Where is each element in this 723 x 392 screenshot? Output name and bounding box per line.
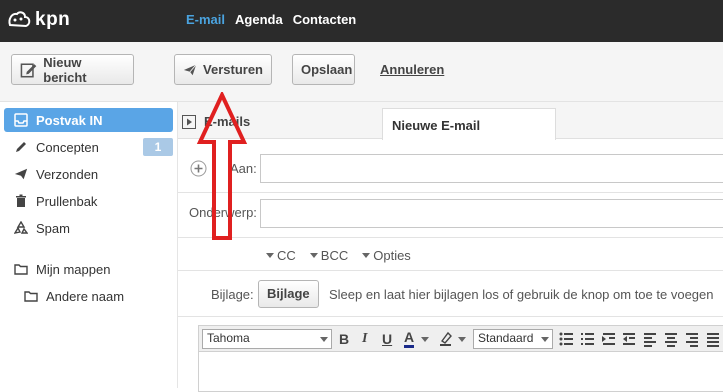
bcc-label: BCC [320,248,349,263]
message-body-editor[interactable] [198,352,723,392]
save-button[interactable]: Opslaan [292,54,355,85]
caret-down-icon [421,337,429,342]
sidebar-item-label: Mijn mappen [36,261,111,277]
divider [178,270,723,271]
sidebar-item-mijn-mappen[interactable]: Mijn mappen [4,257,173,281]
new-message-button[interactable]: Nieuw bericht [11,54,134,85]
kpn-logo[interactable]: kpn [6,9,70,31]
highlight-icon[interactable] [439,330,455,346]
pencil-icon [16,142,26,152]
caret-down-icon [309,253,318,258]
sidebar-item-spam[interactable]: Spam [4,216,173,240]
folder-sidebar: Postvak IN Concepten 1 Verzonden Prullen… [0,102,178,388]
sidebar-item-label: Spam [36,220,70,236]
tab-new-email-label: Nieuwe E-mail [392,118,481,133]
underline-button[interactable]: U [382,329,392,349]
send-label: Versturen [203,62,263,77]
top-bar: kpn E-mail Agenda Contacten [0,0,723,42]
cc-toggle[interactable]: CC [266,248,296,263]
recycle-icon [14,221,28,234]
sidebar-item-andere-naam[interactable]: Andere naam [14,284,173,308]
sidebar-item-label: Postvak IN [36,112,103,128]
bold-button[interactable]: B [339,329,349,349]
attachment-hint: Sleep en laat hier bijlagen los of gebru… [329,287,714,302]
nav-contacten[interactable]: Contacten [293,12,357,27]
bcc-toggle[interactable]: BCC [309,248,349,263]
caret-down-icon [320,337,328,342]
divider [178,192,723,193]
font-family-value: Tahoma [207,331,250,345]
italic-button[interactable]: I [362,329,367,349]
tab-strip: E-mails Nieuwe E-mail [178,102,723,140]
caret-down-icon [362,253,371,258]
sidebar-item-label: Verzonden [36,166,99,182]
send-button[interactable]: Versturen [174,54,272,85]
to-field[interactable] [260,154,723,183]
add-recipient-icon[interactable] [190,160,207,177]
sidebar-item-label: Andere naam [46,288,125,304]
caret-down-icon [541,337,549,342]
cancel-link[interactable]: Annuleren [380,62,444,77]
font-family-select[interactable]: Tahoma [202,329,332,349]
sidebar-item-prullenbak[interactable]: Prullenbak [4,189,173,213]
options-label: Opties [373,248,411,263]
to-label: Aan: [230,161,257,176]
formatting-icons [559,332,719,347]
compose-form: Aan: Onderwerp: CC BCC Opties Bijlage: B… [178,139,723,392]
caret-down-icon [458,337,466,342]
recipient-options: CC BCC Opties [266,248,411,263]
sidebar-item-postvak-in[interactable]: Postvak IN [4,108,173,132]
logo-text: kpn [35,9,71,30]
font-size-value: Standaard [478,331,534,345]
subject-field[interactable] [260,199,723,228]
font-size-select[interactable]: Standaard [473,329,553,349]
folder-icon [24,291,38,302]
sidebar-item-label: Prullenbak [36,193,98,209]
cc-label: CC [277,248,296,263]
compose-toolbar: Nieuw bericht Versturen Opslaan Annulere… [0,42,723,102]
folder-icon [14,264,28,275]
main-nav: E-mail Agenda Contacten [186,12,356,27]
paper-plane-icon [183,63,197,75]
tab-new-email[interactable]: Nieuwe E-mail [382,108,556,140]
play-box-icon [182,114,196,129]
nav-agenda[interactable]: Agenda [235,12,283,27]
paper-plane-icon [14,168,28,180]
edit-icon [20,62,37,77]
divider [178,316,723,317]
divider [178,237,723,238]
draft-count-badge: 1 [143,138,173,156]
sidebar-item-verzonden[interactable]: Verzonden [4,162,173,186]
nav-email[interactable]: E-mail [186,12,225,27]
save-label: Opslaan [301,62,353,77]
tab-emails[interactable]: E-mails [182,114,250,129]
kpn-crown-icon [8,11,31,28]
attachment-button[interactable]: Bijlage [258,280,319,308]
inbox-icon [14,113,28,127]
attachment-label: Bijlage: [211,287,254,302]
trash-icon [16,194,26,207]
options-toggle[interactable]: Opties [362,248,411,263]
tab-emails-label: E-mails [204,114,251,129]
text-color-button[interactable]: A [404,329,415,348]
new-message-label: Nieuw bericht [43,54,87,85]
sidebar-item-concepten[interactable]: Concepten 1 [4,135,173,159]
sidebar-item-label: Concepten [36,139,99,155]
subject-label: Onderwerp: [189,205,257,220]
editor-toolbar: Tahoma B I U A Standaard [198,325,723,352]
caret-down-icon [266,253,274,258]
